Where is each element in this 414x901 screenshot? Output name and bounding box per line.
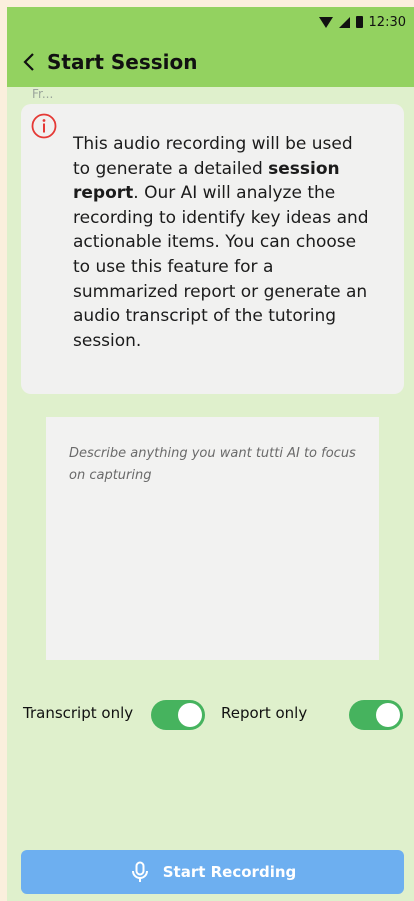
app-bar: Start Session	[7, 37, 414, 87]
report-only-toggle[interactable]	[349, 700, 403, 730]
toggle-knob	[376, 703, 400, 727]
wifi-icon	[318, 16, 333, 28]
start-recording-button[interactable]: Start Recording	[21, 850, 404, 894]
start-recording-label: Start Recording	[162, 863, 297, 881]
info-text: This audio recording will be used to gen…	[73, 132, 373, 353]
toggle-knob	[178, 703, 202, 727]
microphone-icon	[129, 861, 151, 883]
battery-icon	[355, 16, 363, 28]
back-button[interactable]	[17, 50, 41, 74]
report-only-label: Report only	[221, 704, 308, 722]
status-time: 12:30	[368, 14, 406, 30]
page-title: Start Session	[47, 50, 198, 74]
signal-icon	[338, 16, 350, 28]
transcript-only-label: Transcript only	[23, 704, 134, 722]
info-icon	[31, 113, 57, 139]
from-label: Fr...	[32, 87, 54, 101]
info-text-end: . Our AI will analyze the recording to i…	[73, 183, 369, 351]
transcript-only-toggle[interactable]	[151, 700, 205, 730]
focus-input-container	[46, 417, 379, 660]
app-screen: 12:30 Start Session Fr... This audio rec…	[7, 7, 414, 901]
focus-input[interactable]	[46, 417, 379, 660]
toggle-row: Transcript only Report only	[7, 700, 414, 734]
info-card: This audio recording will be used to gen…	[21, 104, 404, 394]
chevron-left-icon	[23, 53, 34, 71]
status-bar: 12:30	[7, 7, 414, 37]
